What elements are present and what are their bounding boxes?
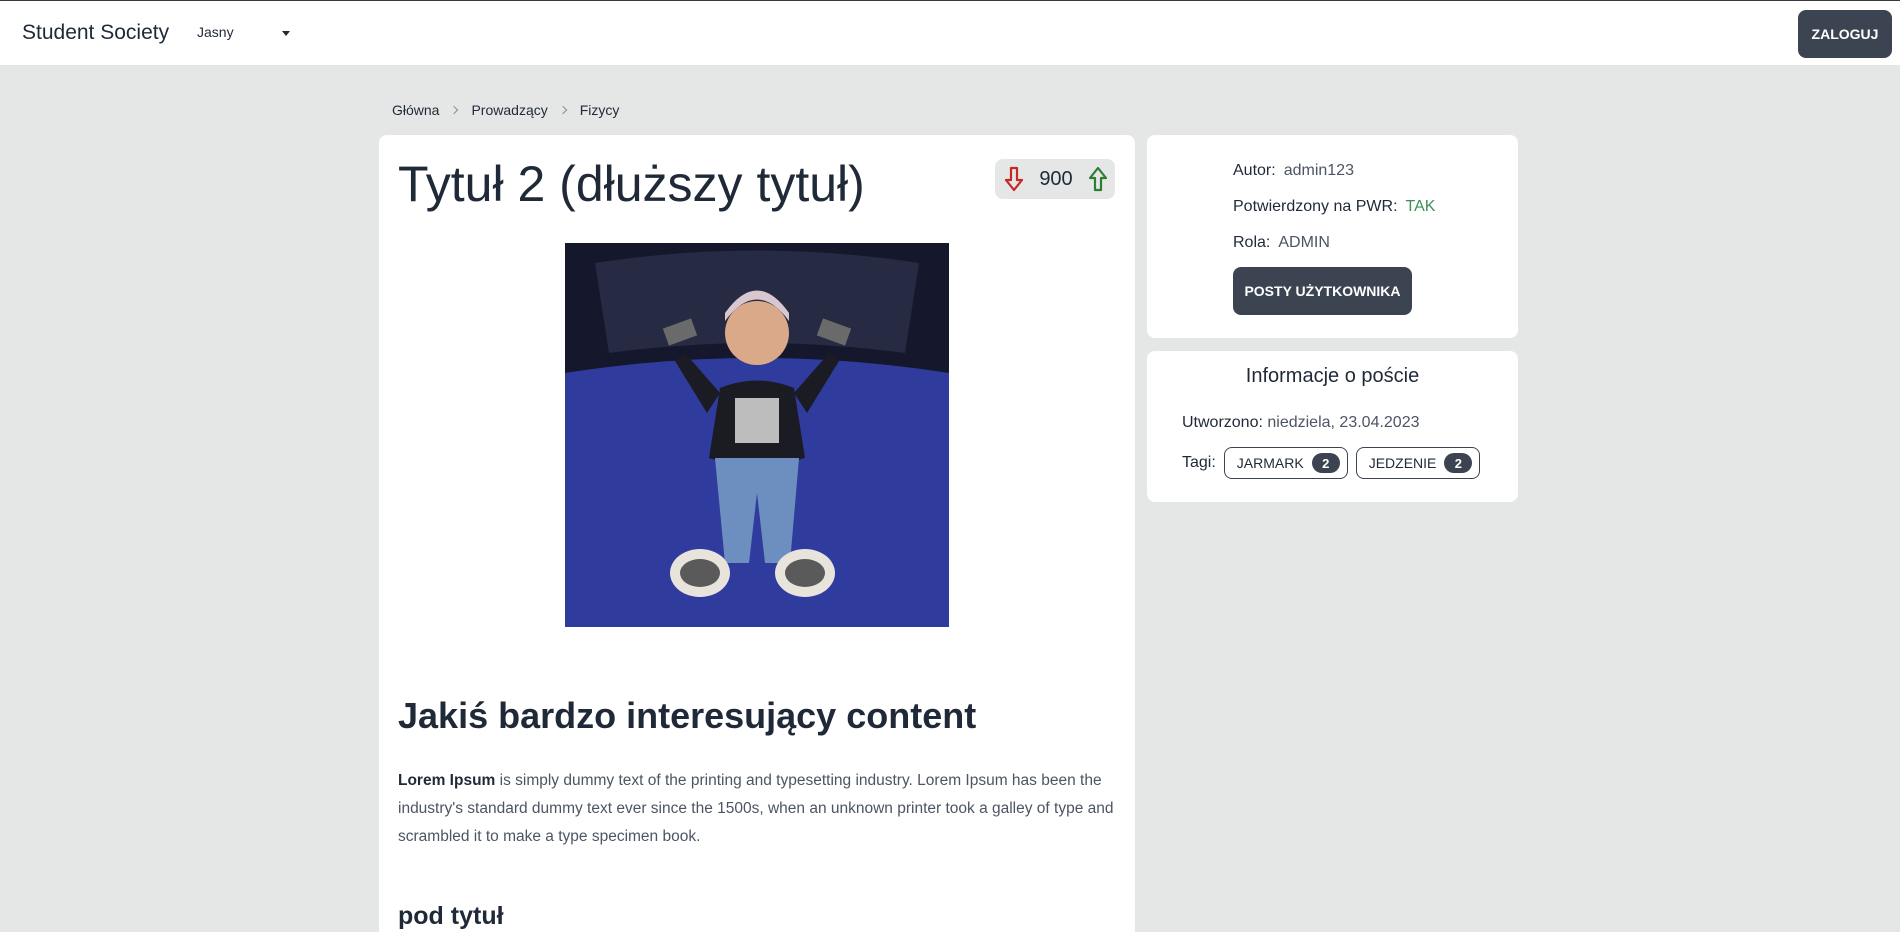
content-heading: Jakiś bardzo interesujący content: [398, 695, 977, 736]
author-card: Autor: admin123 Potwierdzony na PWR: TAK R…: [1147, 135, 1518, 338]
brand-logo[interactable]: Student Society: [22, 21, 169, 45]
role-row: Rola: ADMIN: [1233, 234, 1330, 252]
author-label: Autor:: [1233, 162, 1276, 179]
confirmed-value: TAK: [1405, 198, 1436, 215]
created-value: niedziela, 23.04.2023: [1267, 414, 1420, 431]
navbar: Student Society Jasny ZALOGUJ: [0, 0, 1900, 65]
content-paragraph: Lorem Ipsum is simply dummy text of the …: [398, 767, 1118, 851]
chevron-right-icon: [558, 105, 567, 115]
vote-box: 900: [995, 159, 1115, 199]
post-image: [565, 243, 949, 627]
breadcrumb: Główna Prowadzący Fizycy: [392, 102, 619, 118]
content-paragraph-bold: Lorem Ipsum: [398, 772, 496, 789]
downvote-arrow-icon[interactable]: [1003, 166, 1025, 192]
breadcrumb-item-lecturers[interactable]: Prowadzący: [471, 102, 547, 118]
vote-count: 900: [1039, 167, 1073, 190]
content-paragraph-text: is simply dummy text of the printing and…: [398, 772, 1114, 845]
author-row: Autor: admin123: [1233, 162, 1354, 180]
theme-select-value: Jasny: [197, 24, 234, 40]
author-value: admin123: [1283, 162, 1354, 179]
post-info-card: Informacje o poście Utworzono: niedziela…: [1147, 351, 1518, 502]
tag-name: JEDZENIE: [1368, 455, 1437, 471]
breadcrumb-item-physicists[interactable]: Fizycy: [580, 102, 620, 118]
tag-jarmark[interactable]: JARMARK 2: [1223, 447, 1348, 479]
chevron-right-icon: [450, 105, 459, 115]
user-posts-button[interactable]: POSTY UŻYTKOWNIKA: [1233, 267, 1412, 315]
login-button[interactable]: ZALOGUJ: [1798, 10, 1892, 58]
post-info-title: Informacje o poście: [1245, 365, 1420, 387]
tag-name: JARMARK: [1236, 455, 1304, 471]
post-card: Tytuł 2 (dłuższy tytuł) 900 Jakiś bardzo…: [379, 135, 1135, 932]
tag-jedzenie[interactable]: JEDZENIE 2: [1355, 447, 1481, 479]
created-label: Utworzono:: [1182, 414, 1263, 431]
breadcrumb-item-home[interactable]: Główna: [392, 102, 439, 118]
tag-count-badge: 2: [1311, 453, 1340, 473]
tag-count-badge: 2: [1444, 453, 1473, 473]
upvote-arrow-icon[interactable]: [1087, 166, 1109, 192]
created-row: Utworzono: niedziela, 23.04.2023: [1182, 414, 1420, 432]
confirmed-label: Potwierdzony na PWR:: [1233, 198, 1398, 215]
role-value: ADMIN: [1278, 234, 1330, 251]
role-label: Rola:: [1233, 234, 1271, 251]
content-subheading: pod tytuł: [398, 902, 504, 930]
tags-row: Tagi: JARMARK 2 JEDZENIE 2: [1182, 447, 1488, 479]
tags-label: Tagi:: [1182, 454, 1216, 471]
theme-select[interactable]: Jasny: [197, 24, 297, 40]
confirmed-row: Potwierdzony na PWR: TAK: [1233, 198, 1435, 216]
caret-down-icon: [282, 31, 290, 36]
post-title: Tytuł 2 (dłuższy tytuł): [398, 156, 865, 212]
